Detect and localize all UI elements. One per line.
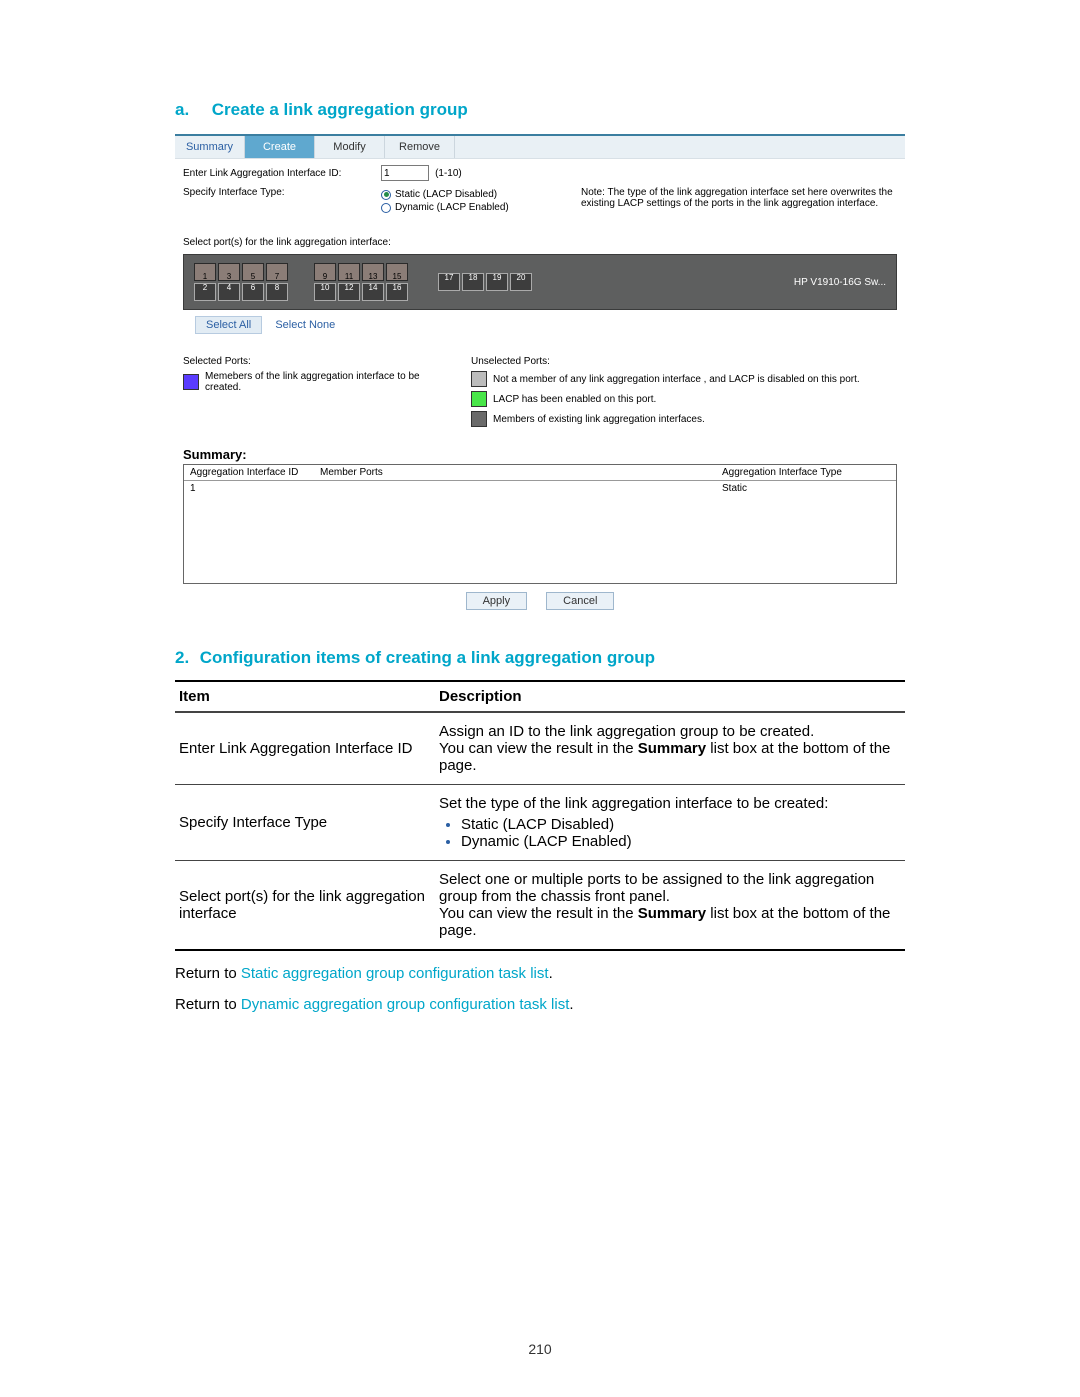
tab-bar: Summary Create Modify Remove	[175, 136, 905, 159]
tab-summary[interactable]: Summary	[175, 136, 245, 158]
config-table: Item Description Enter Link Aggregation …	[175, 680, 905, 951]
tab-modify[interactable]: Modify	[315, 136, 385, 158]
return-link-2-wrap: Return to Dynamic aggregation group conf…	[175, 996, 905, 1013]
interface-id-input[interactable]	[381, 165, 429, 181]
section-heading-2: 2. Configuration items of creating a lin…	[175, 648, 905, 668]
radio-dynamic-label: Dynamic (LACP Enabled)	[395, 202, 509, 213]
legend-unselected-3: Members of existing link aggregation int…	[493, 414, 705, 425]
row3-item: Select port(s) for the link aggregation …	[175, 861, 435, 951]
swatch-existing	[471, 411, 487, 427]
radio-static-label: Static (LACP Disabled)	[395, 189, 497, 200]
create-lag-panel: Summary Create Modify Remove Enter Link …	[175, 134, 905, 618]
port-3[interactable]: 3	[218, 263, 240, 281]
section-title-a: Create a link aggregation group	[212, 100, 468, 119]
tab-remove[interactable]: Remove	[385, 136, 455, 158]
port-11[interactable]: 11	[338, 263, 360, 281]
row1-desc-a: Assign an ID to the link aggregation gro…	[439, 723, 901, 740]
port-17[interactable]: 17	[438, 273, 460, 291]
port-5[interactable]: 5	[242, 263, 264, 281]
interface-type-label: Specify Interface Type:	[183, 187, 381, 198]
tab-spacer	[455, 136, 905, 158]
summary-box: Aggregation Interface ID Member Ports Ag…	[183, 464, 897, 584]
port-6[interactable]: 6	[242, 283, 264, 301]
row2-li1: Static (LACP Disabled)	[461, 816, 901, 833]
legend-selected-text: Memebers of the link aggregation interfa…	[205, 371, 443, 393]
row3-desc-a: Select one or multiple ports to be assig…	[439, 871, 901, 905]
port-2[interactable]: 2	[194, 283, 216, 301]
radio-dynamic[interactable]	[381, 203, 391, 213]
row2-item: Specify Interface Type	[175, 785, 435, 861]
port-10[interactable]: 10	[314, 283, 336, 301]
return-link-1-wrap: Return to Static aggregation group confi…	[175, 965, 905, 982]
return-dynamic-link[interactable]: Dynamic aggregation group configuration …	[241, 996, 570, 1013]
port-1[interactable]: 1	[194, 263, 216, 281]
port-4[interactable]: 4	[218, 283, 240, 301]
swatch-selected	[183, 374, 199, 390]
select-none-button[interactable]: Select None	[265, 317, 345, 333]
cancel-button[interactable]: Cancel	[546, 592, 614, 610]
interface-type-note: Note: The type of the link aggregation i…	[581, 187, 897, 209]
th-item: Item	[175, 681, 435, 712]
summary-row-members	[314, 481, 716, 496]
port-14[interactable]: 14	[362, 283, 384, 301]
port-12[interactable]: 12	[338, 283, 360, 301]
device-name: HP V1910-16G Sw...	[794, 277, 886, 288]
section-title-2: Configuration items of creating a link a…	[200, 648, 655, 667]
page-number: 210	[0, 1341, 1080, 1357]
legend-unselected-2: LACP has been enabled on this port.	[493, 394, 656, 405]
port-15[interactable]: 15	[386, 263, 408, 281]
section-prefix-a: a.	[175, 100, 207, 120]
port-18[interactable]: 18	[462, 273, 484, 291]
radio-static[interactable]	[381, 190, 391, 200]
summary-row-type: Static	[716, 481, 896, 496]
row1-desc-b: You can view the result in the Summary l…	[439, 740, 901, 774]
th-desc: Description	[435, 681, 905, 712]
swatch-lacp	[471, 391, 487, 407]
selected-ports-header: Selected Ports:	[183, 356, 443, 367]
swatch-nonmember	[471, 371, 487, 387]
port-grid: 1 3 5 7 9 11 13 15 2 4 6 8 10 12	[194, 263, 432, 301]
row2-li2: Dynamic (LACP Enabled)	[461, 833, 901, 850]
section-heading-a: a. Create a link aggregation group	[175, 100, 905, 120]
summary-col-members: Member Ports	[314, 465, 716, 480]
return-static-link[interactable]: Static aggregation group configuration t…	[241, 965, 549, 982]
port-16[interactable]: 16	[386, 283, 408, 301]
port-13[interactable]: 13	[362, 263, 384, 281]
summary-title: Summary:	[183, 447, 897, 462]
summary-row-id: 1	[184, 481, 314, 496]
select-all-button[interactable]: Select All	[195, 316, 262, 334]
tab-create[interactable]: Create	[245, 136, 315, 158]
interface-id-label: Enter Link Aggregation Interface ID:	[183, 168, 381, 179]
legend-unselected-1: Not a member of any link aggregation int…	[493, 374, 860, 385]
interface-id-range: (1-10)	[435, 168, 462, 179]
port-20[interactable]: 20	[510, 273, 532, 291]
port-8[interactable]: 8	[266, 283, 288, 301]
row2-desc-a: Set the type of the link aggregation int…	[439, 795, 901, 812]
chassis-panel: 1 3 5 7 9 11 13 15 2 4 6 8 10 12	[183, 254, 897, 310]
row1-item: Enter Link Aggregation Interface ID	[175, 712, 435, 785]
section-prefix-2: 2.	[175, 648, 195, 668]
port-19[interactable]: 19	[486, 273, 508, 291]
summary-col-type: Aggregation Interface Type	[716, 465, 896, 480]
row3-desc-b: You can view the result in the Summary l…	[439, 905, 901, 939]
port-7[interactable]: 7	[266, 263, 288, 281]
port-9[interactable]: 9	[314, 263, 336, 281]
apply-button[interactable]: Apply	[466, 592, 528, 610]
unselected-ports-header: Unselected Ports:	[471, 356, 897, 367]
summary-col-id: Aggregation Interface ID	[184, 465, 314, 480]
select-ports-label: Select port(s) for the link aggregation …	[183, 237, 897, 248]
